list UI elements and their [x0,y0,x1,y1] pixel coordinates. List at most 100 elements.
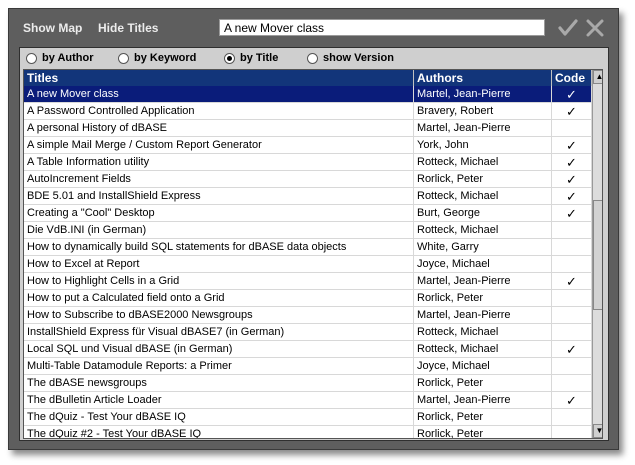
article-browser-window: Show Map Hide Titles by Author by Keywor… [8,8,619,450]
cell-author: York, John [414,137,552,153]
toolbar: Show Map Hide Titles [9,9,618,47]
cell-title: BDE 5.01 and InstallShield Express [24,188,414,204]
table-row[interactable]: A new Mover class Martel, Jean-Pierre ✓ [24,86,592,103]
cell-code: ✓ [552,341,592,357]
cell-author: Bravery, Robert [414,103,552,119]
cell-author: Rotteck, Michael [414,222,552,238]
cell-author: Martel, Jean-Pierre [414,392,552,408]
cell-author: Martel, Jean-Pierre [414,86,552,102]
table-row[interactable]: A Table Information utility Rotteck, Mich… [24,154,592,171]
table-row[interactable]: InstallShield Express für Visual dBASE7 … [24,324,592,341]
table-row[interactable]: How to dynamically build SQL statements … [24,239,592,256]
cell-code: ✓ [552,154,592,170]
cell-title: A personal History of dBASE [24,120,414,136]
cell-code [552,409,592,425]
cell-author: Rorlick, Peter [414,426,552,438]
cell-title: The dQuiz - Test Your dBASE IQ [24,409,414,425]
table-row[interactable]: The dBulletin Article Loader Martel, Jean… [24,392,592,409]
cell-title: How to Highlight Cells in a Grid [24,273,414,289]
cell-code: ✓ [552,188,592,204]
radio-by-author[interactable]: by Author [26,51,94,65]
scroll-up-icon[interactable]: ▲ [593,70,602,84]
cell-title: A Password Controlled Application [24,103,414,119]
cell-author: Rotteck, Michael [414,324,552,340]
table-row[interactable]: A personal History of dBASE Martel, Jean-… [24,120,592,137]
table-row[interactable]: BDE 5.01 and InstallShield Express Rottec… [24,188,592,205]
cell-title: The dBulletin Article Loader [24,392,414,408]
scroll-thumb[interactable] [593,200,602,310]
cell-title: Creating a "Cool" Desktop [24,205,414,221]
grid-rows: A new Mover class Martel, Jean-Pierre ✓ A P… [24,86,592,438]
table-row[interactable]: The dQuiz #2 - Test Your dBASE IQ Rorlick… [24,426,592,438]
cell-title: Multi-Table Datamodule Reports: a Primer [24,358,414,374]
cell-code [552,120,592,136]
vertical-scrollbar[interactable]: ▲ ▼ [592,70,602,438]
cell-code: ✓ [552,137,592,153]
cell-title: Die VdB.INI (in German) [24,222,414,238]
cell-author: White, Garry [414,239,552,255]
hide-titles-link[interactable]: Hide Titles [98,21,158,35]
radio-dot [224,52,235,64]
cell-code [552,358,592,374]
radio-show-version[interactable]: show Version [307,51,394,65]
radio-dot [307,52,318,64]
cell-title: InstallShield Express für Visual dBASE7 … [24,324,414,340]
radio-by-keyword[interactable]: by Keyword [118,51,196,65]
cell-code [552,324,592,340]
list-panel: by Author by Keyword by Title show Versi… [19,47,609,441]
cell-title: Local SQL und Visual dBASE (in German) [24,341,414,357]
cell-code: ✓ [552,103,592,119]
column-header-authors[interactable]: Authors [414,70,552,86]
cell-author: Rotteck, Michael [414,341,552,357]
cell-code [552,375,592,391]
table-row[interactable]: How to put a Calculated field onto a Gri… [24,290,592,307]
table-row[interactable]: The dQuiz - Test Your dBASE IQ Rorlick, P… [24,409,592,426]
cell-title: How to Subscribe to dBASE2000 Newsgroups [24,307,414,323]
cell-code [552,290,592,306]
checkmark-icon[interactable] [557,17,579,39]
table-row[interactable]: How to Subscribe to dBASE2000 Newsgroups… [24,307,592,324]
cell-title: How to dynamically build SQL statements … [24,239,414,255]
table-row[interactable]: Die VdB.INI (in German) Rotteck, Michael [24,222,592,239]
cell-code: ✓ [552,273,592,289]
show-map-link[interactable]: Show Map [23,21,82,35]
search-mode-group: by Author by Keyword by Title show Versi… [20,48,608,68]
close-icon[interactable] [584,17,606,39]
cell-title: How to put a Calculated field onto a Gri… [24,290,414,306]
table-row[interactable]: Creating a "Cool" Desktop Burt, George ✓ [24,205,592,222]
table-row[interactable]: The dBASE newsgroups Rorlick, Peter [24,375,592,392]
radio-by-title[interactable]: by Title [224,51,278,65]
table-row[interactable]: How to Highlight Cells in a Grid Martel, … [24,273,592,290]
cell-author: Burt, George [414,205,552,221]
column-header-code[interactable]: Code [552,70,592,86]
cell-code [552,307,592,323]
table-row[interactable]: Multi-Table Datamodule Reports: a Primer… [24,358,592,375]
cell-author: Rorlick, Peter [414,290,552,306]
scroll-down-icon[interactable]: ▼ [593,424,602,438]
radio-dot [26,52,37,64]
table-row[interactable]: A simple Mail Merge / Custom Report Gene… [24,137,592,154]
table-row[interactable]: Local SQL und Visual dBASE (in German) Ro… [24,341,592,358]
column-header-titles[interactable]: Titles [24,70,414,86]
cell-author: Martel, Jean-Pierre [414,120,552,136]
cell-author: Rotteck, Michael [414,154,552,170]
radio-dot [118,52,129,64]
table-row[interactable]: AutoIncrement Fields Rorlick, Peter ✓ [24,171,592,188]
cell-author: Rorlick, Peter [414,171,552,187]
cell-author: Joyce, Michael [414,256,552,272]
cell-code [552,222,592,238]
cell-author: Rorlick, Peter [414,375,552,391]
table-row[interactable]: A Password Controlled Application Bravery… [24,103,592,120]
cell-title: The dBASE newsgroups [24,375,414,391]
cell-author: Martel, Jean-Pierre [414,273,552,289]
cell-author: Rotteck, Michael [414,188,552,204]
cell-title: The dQuiz #2 - Test Your dBASE IQ [24,426,414,438]
cell-code [552,239,592,255]
cell-author: Joyce, Michael [414,358,552,374]
cell-author: Martel, Jean-Pierre [414,307,552,323]
search-input[interactable] [219,19,545,36]
cell-code [552,426,592,438]
cell-title: A new Mover class [24,86,414,102]
articles-grid: Titles Authors Code A new Mover class Mar… [23,69,603,439]
table-row[interactable]: How to Excel at Report Joyce, Michael [24,256,592,273]
